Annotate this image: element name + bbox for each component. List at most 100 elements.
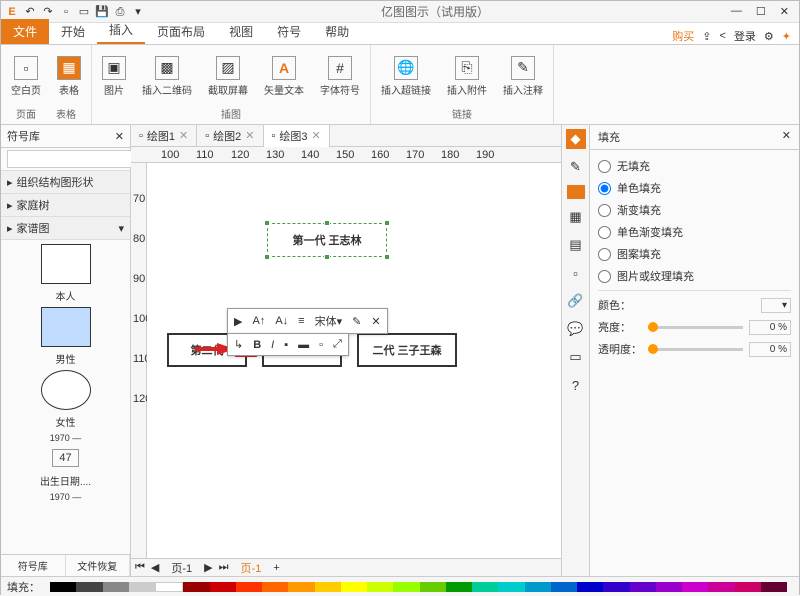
undo-icon[interactable]: ↶	[23, 5, 37, 19]
layout-tool-icon[interactable]: ▤	[566, 235, 586, 255]
image-button[interactable]: ▣图片	[96, 47, 132, 105]
fill-picture[interactable]: 图片或纹理填充	[598, 268, 791, 284]
table-button[interactable]: ▦表格	[51, 47, 87, 105]
tab-page-layout[interactable]: 页面布局	[145, 19, 217, 44]
help-tool-icon[interactable]: ?	[566, 375, 586, 395]
font-bigger-icon[interactable]: A↑	[248, 313, 269, 329]
tab-symbol[interactable]: 符号	[265, 19, 313, 44]
hash-icon: #	[328, 56, 352, 80]
fill-solid[interactable]: 单色填充	[598, 180, 791, 196]
app-menu-icon[interactable]: ✦	[782, 30, 791, 43]
align-icon[interactable]: ≡	[294, 313, 308, 329]
panel-close-icon[interactable]: ✕	[115, 130, 124, 143]
link-tool-icon[interactable]: 🔗	[566, 291, 586, 311]
close-tab-icon[interactable]: ✕	[245, 129, 254, 142]
fill-tool-icon[interactable]: ◆	[566, 129, 586, 149]
category-org-chart[interactable]: ▸组织结构图形状	[1, 171, 130, 194]
shape-male[interactable]	[41, 307, 91, 347]
footer-tab-library[interactable]: 符号库	[1, 555, 66, 576]
expand-icon[interactable]: ⤢	[329, 336, 346, 353]
last-page-icon[interactable]: ⏭	[219, 561, 229, 574]
fill-gradient[interactable]: 渐变填充	[598, 202, 791, 218]
ruler-vertical: 708090100110120	[131, 163, 147, 558]
doc-tab-2[interactable]: ▫绘图2✕	[197, 125, 263, 147]
category-family-tree[interactable]: ▸家庭树	[1, 194, 130, 217]
file-tab[interactable]: 文件	[1, 19, 49, 44]
canvas[interactable]: 第一代 王志林 第二代 二代 三子王森 ▶ A↑ A↓ ≡ 宋体▾ ✎ ✕	[147, 163, 561, 558]
year-label: 1970 —	[50, 433, 82, 443]
more-icon[interactable]: ▫	[315, 337, 327, 353]
close-toolbar-icon[interactable]: ✕	[367, 313, 384, 330]
page-tool-icon[interactable]: ▫	[566, 263, 586, 283]
open-icon[interactable]: ▭	[77, 5, 91, 19]
font-symbol-button[interactable]: #字体符号	[314, 47, 366, 105]
add-page-icon[interactable]: +	[273, 562, 279, 574]
category-genealogy[interactable]: ▸家谱图▾	[1, 217, 130, 240]
fill-pattern[interactable]: 图案填充	[598, 246, 791, 262]
share2-icon[interactable]: <	[719, 30, 725, 42]
italic-icon[interactable]: I	[267, 337, 278, 353]
settings-icon[interactable]: ⚙	[764, 30, 774, 43]
tab-help[interactable]: 帮助	[313, 19, 361, 44]
next-page-icon[interactable]: ▶	[204, 561, 212, 574]
format-painter-icon[interactable]: ✎	[348, 313, 365, 330]
new-icon[interactable]: ▫	[59, 5, 73, 19]
line-icon[interactable]: ▬	[294, 337, 313, 353]
qrcode-button[interactable]: ▩插入二维码	[136, 47, 198, 105]
page-tab-1[interactable]: 页-1	[235, 559, 268, 577]
shape-male-label: 男性	[56, 351, 76, 366]
screenshot-button[interactable]: ▨截取屏幕	[202, 47, 254, 105]
fill-none[interactable]: 无填充	[598, 158, 791, 174]
tab-insert[interactable]: 插入	[97, 17, 145, 44]
panel-close-icon[interactable]: ✕	[782, 129, 791, 145]
tab-view[interactable]: 视图	[217, 19, 265, 44]
hyperlink-button[interactable]: 🌐插入超链接	[375, 47, 437, 105]
brightness-slider[interactable]	[648, 326, 743, 329]
doc-tab-1[interactable]: ▫绘图1✕	[131, 125, 197, 147]
color-palette[interactable]	[50, 582, 787, 592]
doc-tab-3[interactable]: ▫绘图3✕	[264, 125, 330, 147]
share-icon[interactable]: ⇪	[702, 30, 711, 43]
font-select[interactable]: 宋体▾	[311, 311, 347, 331]
bold-icon[interactable]: B	[249, 337, 265, 353]
layer-tool-icon[interactable]: ▭	[566, 347, 586, 367]
buy-link[interactable]: 购买	[672, 28, 694, 44]
redo-icon[interactable]: ↷	[41, 5, 55, 19]
login-link[interactable]: 登录	[734, 28, 756, 44]
prev-page-icon[interactable]: ◀	[151, 561, 159, 574]
theme-tool-icon[interactable]: ▦	[566, 207, 586, 227]
line-tool-icon[interactable]: ✎	[566, 157, 586, 177]
close-icon[interactable]: ✕	[780, 5, 789, 18]
fill-icon[interactable]: ▪	[280, 337, 292, 353]
brightness-value[interactable]: 0 %	[749, 320, 791, 335]
vector-text-button[interactable]: A矢量文本	[258, 47, 310, 105]
node-gen2c[interactable]: 二代 三子王森	[357, 333, 457, 367]
comment-button[interactable]: ✎插入注释	[497, 47, 549, 105]
shadow-tool-icon[interactable]	[567, 185, 585, 199]
footer-tab-recovery[interactable]: 文件恢复	[66, 555, 131, 576]
node-gen1[interactable]: 第一代 王志林	[267, 223, 387, 257]
close-tab-icon[interactable]: ✕	[179, 129, 188, 142]
shape-female[interactable]	[41, 370, 91, 410]
font-smaller-icon[interactable]: A↓	[271, 313, 292, 329]
minimize-icon[interactable]: —	[731, 5, 742, 18]
comment-tool-icon[interactable]: 💬	[566, 319, 586, 339]
close-tab-icon[interactable]: ✕	[312, 129, 321, 142]
maximize-icon[interactable]: ☐	[756, 5, 766, 18]
first-page-icon[interactable]: ⏮	[135, 561, 145, 574]
fill-status-label: 填充：	[7, 579, 40, 595]
doc-icon: ▫	[139, 130, 143, 142]
app-title: 亿图图示（试用版）	[149, 3, 721, 20]
connector-icon[interactable]: ↳	[230, 336, 247, 353]
blank-page-button[interactable]: ▫空白页	[5, 47, 47, 105]
tab-start[interactable]: 开始	[49, 19, 97, 44]
search-input[interactable]	[7, 150, 149, 168]
color-picker[interactable]: ▾	[761, 298, 791, 313]
shape-self[interactable]	[41, 244, 91, 284]
pointer-icon[interactable]: ▶	[230, 313, 246, 330]
number-box[interactable]: 47	[52, 449, 78, 467]
attachment-button[interactable]: ⎘插入附件	[441, 47, 493, 105]
fill-solid-gradient[interactable]: 单色渐变填充	[598, 224, 791, 240]
transparency-value[interactable]: 0 %	[749, 342, 791, 357]
transparency-slider[interactable]	[648, 348, 743, 351]
